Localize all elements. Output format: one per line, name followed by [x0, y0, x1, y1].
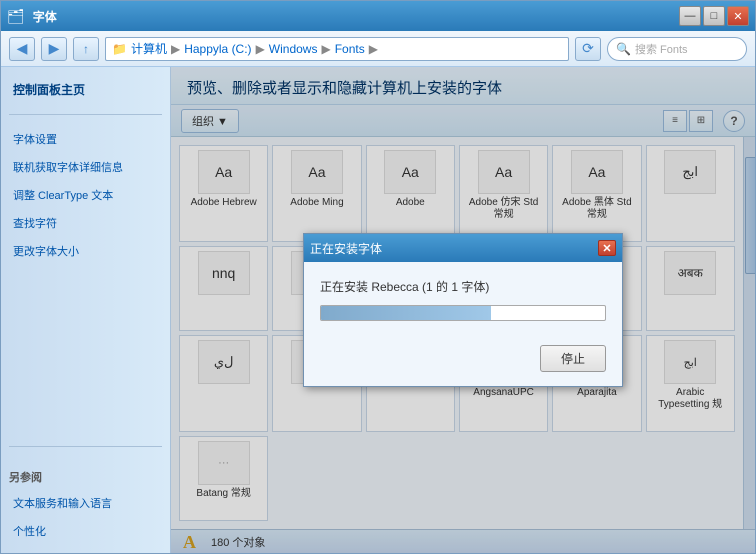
- sidebar-link-font-size[interactable]: 更改字体大小: [9, 241, 162, 261]
- sidebar-link-online-fonts[interactable]: 联机获取字体详细信息: [9, 157, 162, 177]
- modal-footer: 停止: [304, 345, 622, 386]
- title-bar-title: 字体: [33, 8, 57, 25]
- title-bar: 🗂 字体 — □ ✕: [1, 1, 755, 31]
- modal-install-text: 正在安装 Rebecca (1 的 1 字体): [320, 278, 606, 295]
- search-box[interactable]: 🔍 搜索 Fonts: [607, 37, 747, 61]
- up-button[interactable]: ↑: [73, 37, 99, 61]
- address-bar: ◀ ▶ ↑ 📁 计算机 ▶ Happyla (C:) ▶ Windows ▶ F…: [1, 31, 755, 67]
- path-sep-1: ▶: [171, 42, 180, 56]
- window-icon: 🗂: [7, 8, 25, 25]
- path-computer[interactable]: 计算机: [131, 40, 167, 57]
- close-button[interactable]: ✕: [727, 6, 749, 26]
- maximize-button[interactable]: □: [703, 6, 725, 26]
- path-fonts[interactable]: Fonts: [335, 42, 365, 56]
- path-sep-2: ▶: [256, 42, 265, 56]
- path-sep-4: ▶: [369, 42, 378, 56]
- modal-stop-button[interactable]: 停止: [540, 345, 606, 372]
- sidebar: 控制面板主页 字体设置 联机获取字体详细信息 调整 ClearType 文本 查…: [1, 67, 171, 553]
- sidebar-link-find-char[interactable]: 查找字符: [9, 213, 162, 233]
- content-area: 预览、删除或者显示和隐藏计算机上安装的字体 组织 ▼ ≡ ⊞ ? Aa Adob…: [171, 67, 755, 553]
- sidebar-link-text-services[interactable]: 文本服务和输入语言: [9, 493, 162, 513]
- refresh-button[interactable]: ⟳: [575, 37, 601, 61]
- path-drive[interactable]: Happyla (C:): [184, 42, 251, 56]
- search-icon: 🔍: [616, 42, 631, 56]
- title-bar-left: 🗂 字体: [7, 8, 57, 25]
- sidebar-control-panel-link[interactable]: 控制面板主页: [9, 79, 162, 100]
- main-area: 控制面板主页 字体设置 联机获取字体详细信息 调整 ClearType 文本 查…: [1, 67, 755, 553]
- path-sep-3: ▶: [321, 42, 330, 56]
- search-placeholder: 搜索 Fonts: [635, 41, 688, 57]
- forward-button[interactable]: ▶: [41, 37, 67, 61]
- sidebar-link-cleartype[interactable]: 调整 ClearType 文本: [9, 185, 162, 205]
- sidebar-spacer: [9, 269, 162, 432]
- minimize-button[interactable]: —: [679, 6, 701, 26]
- window: 🗂 字体 — □ ✕ ◀ ▶ ↑ 📁 计算机 ▶ Happyla (C:) ▶ …: [0, 0, 756, 554]
- modal-title-bar: 正在安装字体 ✕: [304, 234, 622, 262]
- modal-close-button[interactable]: ✕: [598, 240, 616, 256]
- sidebar-divider-1: [9, 114, 162, 115]
- address-path: 📁 计算机 ▶ Happyla (C:) ▶ Windows ▶ Fonts ▶: [105, 37, 569, 61]
- modal-overlay: 正在安装字体 ✕ 正在安装 Rebecca (1 的 1 字体) 停止: [171, 67, 755, 553]
- modal-body: 正在安装 Rebecca (1 的 1 字体): [304, 262, 622, 345]
- install-font-dialog: 正在安装字体 ✕ 正在安装 Rebecca (1 的 1 字体) 停止: [303, 233, 623, 387]
- path-folder-icon: 📁: [112, 42, 127, 56]
- back-button[interactable]: ◀: [9, 37, 35, 61]
- progress-bar-container: [320, 305, 606, 321]
- sidebar-link-personalization[interactable]: 个性化: [9, 521, 162, 541]
- sidebar-also-see-label: 另参阅: [9, 469, 162, 485]
- path-windows[interactable]: Windows: [269, 42, 318, 56]
- sidebar-link-font-settings[interactable]: 字体设置: [9, 129, 162, 149]
- modal-title: 正在安装字体: [310, 240, 382, 257]
- sidebar-divider-2: [9, 446, 162, 447]
- title-bar-buttons: — □ ✕: [679, 6, 749, 26]
- progress-bar-fill: [321, 306, 491, 320]
